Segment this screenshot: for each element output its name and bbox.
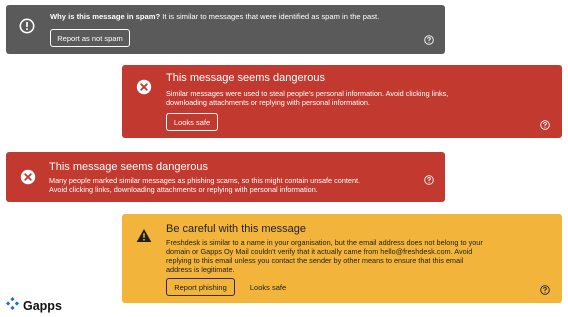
report-phishing-button[interactable]: Report phishing — [166, 278, 235, 296]
spam-info-banner: Why is this message in spam? It is simil… — [6, 5, 445, 54]
help-icon[interactable] — [540, 117, 550, 135]
gapps-logo-icon — [5, 296, 20, 316]
warning-triangle-icon — [136, 228, 152, 248]
x-circle-icon — [136, 79, 152, 100]
report-not-spam-button[interactable]: Report as not spam — [50, 29, 130, 47]
help-icon[interactable] — [424, 172, 434, 190]
banner-title: This message seems dangerous — [49, 161, 208, 173]
banner-body: Many people marked similar messages as p… — [49, 176, 361, 194]
looks-safe-button[interactable]: Looks safe — [246, 278, 290, 296]
banner-body: Freshdesk is similar to a name in your o… — [166, 238, 483, 274]
x-circle-icon — [20, 169, 36, 190]
looks-safe-button[interactable]: Looks safe — [166, 113, 218, 131]
careful-warning-banner: Be careful with this message Freshdesk i… — [122, 214, 562, 303]
banner-title: Be careful with this message — [166, 223, 307, 235]
exclamation-circle-icon — [19, 18, 35, 39]
help-icon[interactable] — [424, 32, 434, 50]
gapps-logo: Gapps — [5, 296, 62, 316]
spam-reason: It is similar to messages that were iden… — [160, 12, 380, 21]
spam-explanation: Why is this message in spam? It is simil… — [50, 12, 440, 21]
banner-body: Similar messages were used to steal peop… — [166, 89, 449, 107]
dangerous-message-banner: This message seems dangerous Similar mes… — [122, 65, 562, 138]
banner-title: This message seems dangerous — [166, 72, 325, 84]
gapps-logo-text: Gapps — [23, 299, 62, 313]
help-icon[interactable] — [540, 282, 550, 300]
dangerous-message-banner-compact: This message seems dangerous Many people… — [6, 152, 445, 202]
spam-question: Why is this message in spam? — [50, 12, 161, 21]
